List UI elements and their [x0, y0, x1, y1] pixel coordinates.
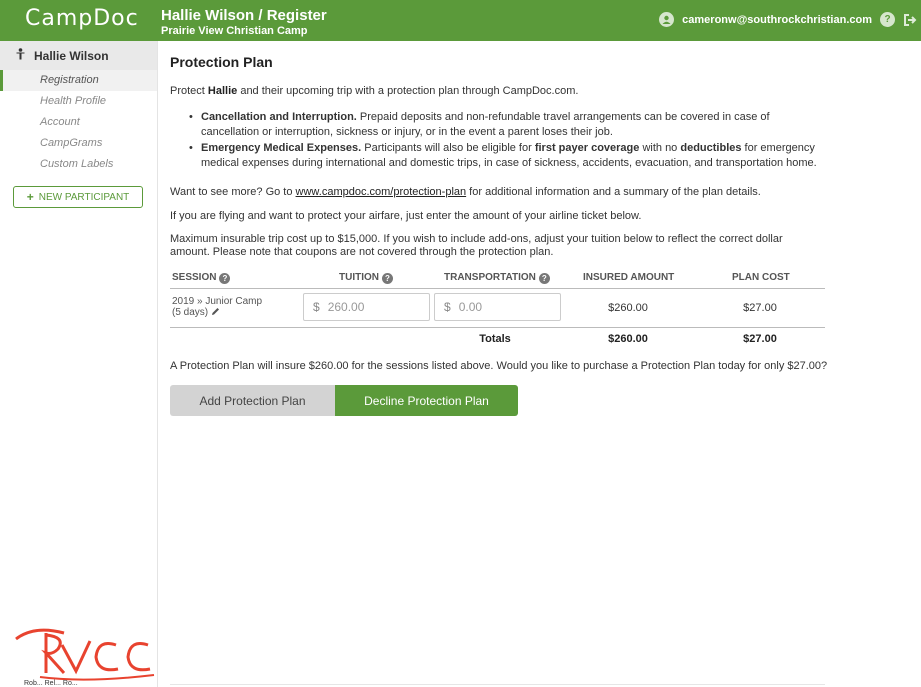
session-header: SESSION? — [172, 272, 231, 284]
transportation-header: TRANSPORTATION? — [444, 272, 550, 284]
info-icon[interactable]: ? — [219, 273, 231, 284]
purchase-summary: A Protection Plan will insure $260.00 fo… — [170, 360, 828, 372]
camp-name: Prairie View Christian Camp — [161, 25, 308, 37]
protection-plan-link[interactable]: www.campdoc.com/protection-plan — [296, 186, 467, 198]
pencil-icon[interactable] — [211, 307, 220, 319]
insured-amount-value: $260.00 — [608, 302, 648, 314]
section-title: Protection Plan — [170, 54, 273, 70]
see-more-text: Want to see more? Go to www.campdoc.com/… — [170, 186, 761, 198]
new-participant-button[interactable]: + NEW PARTICIPANT — [13, 186, 143, 208]
insured-amount-header: INSURED AMOUNT — [583, 272, 675, 283]
rvcc-logo: Rob... Rel... Ro... — [6, 621, 156, 687]
session-days: (5 days) — [172, 307, 209, 318]
decline-protection-plan-button[interactable]: Decline Protection Plan — [335, 385, 518, 416]
help-icon[interactable]: ? — [880, 12, 895, 27]
flying-text: If you are flying and want to protect yo… — [170, 210, 642, 222]
campdoc-logo[interactable]: CampDoc — [25, 6, 139, 31]
session-name: 2019 » Junior Camp — [172, 296, 263, 307]
info-icon[interactable]: ? — [382, 273, 393, 284]
totals-label: Totals — [479, 333, 511, 345]
info-icon[interactable]: ? — [538, 273, 550, 284]
divider — [170, 327, 825, 328]
divider — [170, 288, 825, 289]
account-area: cameronw@southrockchristian.com ? — [659, 12, 917, 27]
plan-cost-value: $27.00 — [743, 302, 777, 314]
sidebar-item-health-profile[interactable]: Health Profile — [0, 91, 157, 112]
plan-cost-header: PLAN COST — [732, 272, 790, 283]
list-item: Emergency Medical Expenses. Participants… — [186, 141, 826, 171]
add-protection-plan-button[interactable]: Add Protection Plan — [170, 385, 335, 416]
sidebar-participant-header[interactable]: Hallie Wilson — [0, 41, 157, 70]
page-title: Hallie Wilson / Register — [161, 7, 327, 24]
person-icon — [16, 48, 25, 63]
logout-icon[interactable] — [903, 13, 917, 27]
top-bar: CampDoc Hallie Wilson / Register Prairie… — [0, 0, 921, 41]
sidebar-item-registration[interactable]: Registration — [0, 70, 157, 91]
user-avatar-icon[interactable] — [659, 12, 675, 27]
total-cost-value: $27.00 — [743, 333, 777, 345]
svg-text:Rob... Rel... Ro...: Rob... Rel... Ro... — [24, 680, 78, 687]
tuition-header: TUITION? — [339, 272, 393, 284]
user-email[interactable]: cameronw@southrockchristian.com — [682, 14, 872, 26]
sidebar-item-account[interactable]: Account — [0, 112, 157, 133]
participant-name: Hallie Wilson — [34, 48, 109, 63]
new-participant-label: NEW PARTICIPANT — [38, 191, 130, 203]
tuition-input[interactable]: $260.00 — [303, 293, 430, 321]
sidebar-item-custom-labels[interactable]: Custom Labels — [0, 154, 157, 175]
sidebar: Hallie Wilson Registration Health Profil… — [0, 41, 158, 687]
sidebar-item-campgrams[interactable]: CampGrams — [0, 133, 157, 154]
list-item: Cancellation and Interruption. Prepaid d… — [186, 110, 826, 140]
divider — [170, 684, 825, 685]
plus-icon: + — [26, 190, 34, 204]
max-cost-text: Maximum insurable trip cost up to $15,00… — [170, 233, 783, 258]
intro-text: Protect Hallie and their upcoming trip w… — [170, 85, 579, 97]
transportation-input[interactable]: $0.00 — [434, 293, 561, 321]
session-cell: 2019 » Junior Camp (5 days) — [172, 296, 262, 319]
coverage-list: Cancellation and Interruption. Prepaid d… — [186, 110, 826, 172]
total-insured-value: $260.00 — [608, 333, 648, 345]
